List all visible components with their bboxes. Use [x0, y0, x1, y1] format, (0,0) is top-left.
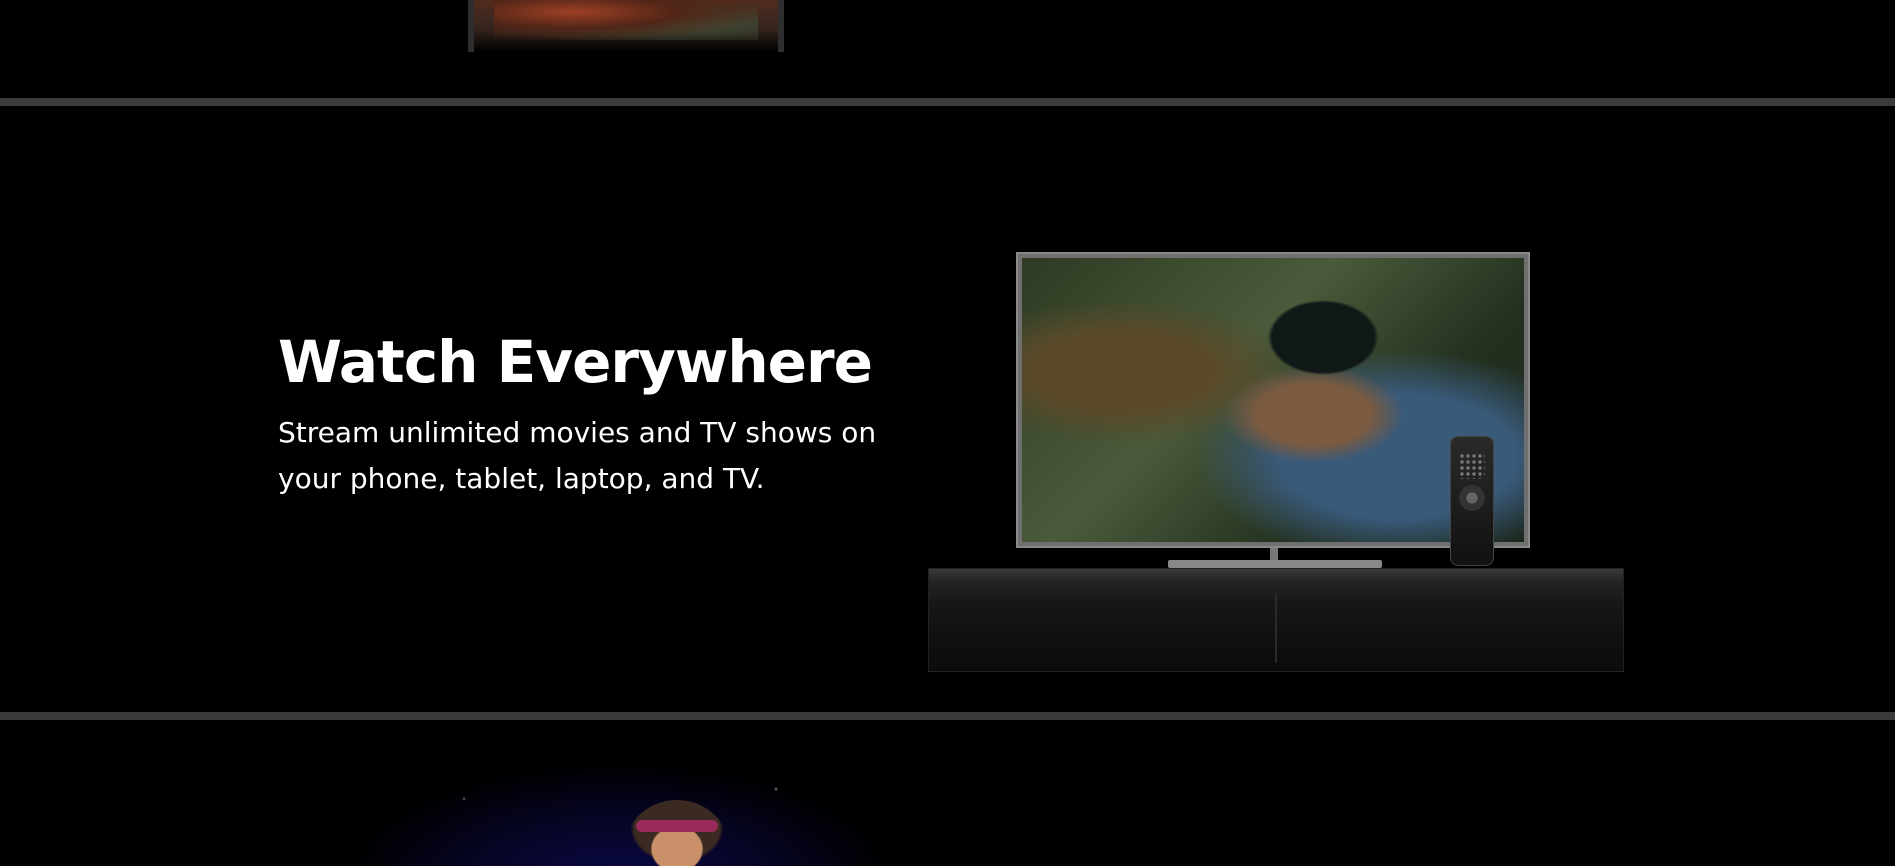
kids-profile-image-partial: [360, 770, 880, 866]
tv-cabinet: [928, 568, 1624, 672]
character-headband: [636, 820, 718, 832]
tv-with-remote-image: [928, 252, 1624, 672]
next-section: [0, 720, 1895, 866]
tv-screen-video: [1022, 258, 1524, 542]
previous-section: [0, 0, 1895, 98]
cabinet-door-split: [1275, 593, 1277, 663]
section-divider-top: [0, 98, 1895, 106]
tv-stand-base: [1168, 560, 1382, 568]
watch-everywhere-section: Watch Everywhere Stream unlimited movies…: [0, 106, 1895, 712]
feature-title: Watch Everywhere: [278, 328, 873, 396]
cabinet-top: [929, 569, 1623, 583]
landing-page: Watch Everywhere Stream unlimited movies…: [0, 0, 1895, 866]
section-divider-bottom: [0, 712, 1895, 720]
device-image-partial: [468, 0, 784, 52]
remote-dial: [1459, 485, 1485, 511]
remote-buttons: [1459, 453, 1485, 479]
remote-control-icon: [1450, 436, 1494, 566]
feature-description: Stream unlimited movies and TV shows on …: [278, 416, 877, 495]
